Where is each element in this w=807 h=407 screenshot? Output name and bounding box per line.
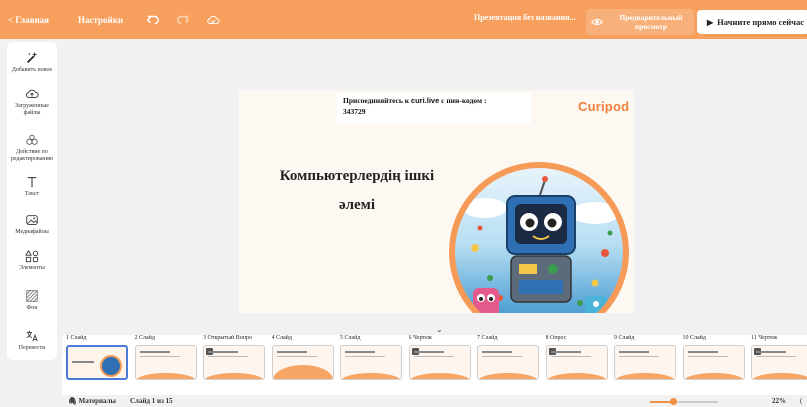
undo-icon[interactable] [143,10,163,30]
play-icon: ▶ [707,17,714,27]
slide-thumbnail-label: 3 Открытый Вопро [203,335,252,341]
slide-thumbnail-preview [408,345,471,380]
slide-thumbnail[interactable]: 4 Слайд [271,335,338,380]
sidebar-item-label: Фон [26,305,38,311]
back-to-home-link[interactable]: < Главная [0,15,78,25]
settings-button[interactable]: Настройки [78,15,143,25]
cloud-saved-icon [203,10,223,30]
paperclip-icon: 🖇 [68,397,77,405]
start-presentation-button[interactable]: ▶ Начните прямо сейчас [697,10,807,34]
magic-wand-icon [7,50,57,66]
join-instructions: Присоединяйтесь к curi.live с пин-кодом … [337,93,531,123]
sidebar-item-editing-actions[interactable]: Действие по редактированию [7,132,57,163]
background-icon [7,288,57,304]
preview-label: Предварительный просмотр [619,13,683,31]
status-bar: 🖇 Материалы Слайд 1 из 15 22% ( [62,397,807,407]
slide-thumbnail-label: 2 Слайд [134,335,155,341]
sidebar-item-label: Перевести [18,345,46,351]
slide-thumbnail[interactable]: 11 Чертеж [751,335,807,380]
slide-thumbnail-label: 7 Слайд [477,335,498,341]
start-label: Начните прямо сейчас [717,17,804,27]
preview-button[interactable]: Предварительный просмотр [586,9,694,35]
join-suffix: с пин-кодом : [441,96,487,105]
help-icon[interactable]: ( [800,397,802,405]
sidebar-item-label: Текст [24,191,40,197]
zoom-value: 22% [772,397,786,405]
slide-thumbnail-label: 1 Слайд [66,335,87,341]
collapse-filmstrip-chevron-icon[interactable]: ⌄ [436,325,443,334]
robot-image [455,168,623,313]
robot-illustration[interactable] [449,162,629,313]
slide-thumbnail-preview [203,345,265,380]
materials-button[interactable]: 🖇 Материалы [68,397,116,405]
image-icon [7,212,57,228]
sidebar-item-translate[interactable]: Перевести [7,328,57,352]
curipod-logo: Curipod [578,99,630,114]
slide-thumbnail-label: 6 Чертеж [408,335,432,341]
presentation-name[interactable]: Презентация без названия... [474,13,576,22]
sidebar-item-text[interactable]: Текст [7,174,57,198]
cloud-upload-icon [7,86,57,102]
slide-filmstrip: 1 Слайд 2 Слайд 3 Открытый Вопро 4 Слайд 5 С… [62,335,807,395]
sidebar-item-label: Элементы [19,265,45,271]
slide-thumbnail-label: 8 Опрос [545,335,567,341]
slide-thumbnail[interactable]: 10 Слайд [682,335,749,380]
sidebar-item-label: Загруженные файлы [15,103,49,116]
slide-thumbnail[interactable]: 2 Слайд [134,335,201,380]
text-icon [7,174,57,190]
slide-thumbnail[interactable]: 1 Слайд [66,335,132,380]
slide-counter: Слайд 1 из 15 [130,397,173,405]
slide-thumbnail-label: 11 Чертеж [751,335,778,341]
top-bar: < Главная Настройки Презентация без назв… [0,0,807,39]
sidebar-item-label: Действие по редактированию [10,149,54,162]
join-text: Присоединяйтесь к [343,96,410,105]
zoom-slider[interactable] [650,398,718,405]
slide-thumbnail-preview [66,345,128,380]
sidebar-item-label: Медиафайлы [15,229,49,235]
actions-icon [7,132,57,148]
slide-thumbnail-preview [751,345,807,380]
sidebar-item-add-new[interactable]: Добавить новое [7,50,57,74]
slide-thumbnail-label: 5 Слайд [340,335,361,341]
slide-thumbnail[interactable]: 8 Опрос [545,335,612,380]
shapes-icon [7,248,57,264]
translate-icon [7,328,57,344]
slide-thumbnail-preview [340,345,402,380]
slide-thumbnail[interactable]: 5 Слайд [340,335,406,380]
tools-sidebar: Добавить новое Загруженные файлы Действи… [7,42,57,360]
sidebar-item-background[interactable]: Фон [7,288,57,312]
materials-label: Материалы [78,397,116,405]
slide-thumbnail-label: 9 Слайд [614,335,635,341]
slide-thumbnail[interactable]: 6 Чертеж [408,335,475,380]
slide-thumbnail[interactable]: 3 Открытый Вопро [203,335,269,380]
slide-thumbnail-label: 4 Слайд [271,335,292,341]
eye-icon [586,9,608,35]
slide-thumbnail-preview [134,345,197,380]
zoom-slider-handle[interactable] [670,398,678,405]
slide-thumbnail[interactable]: 9 Слайд [614,335,680,380]
pin-code: 343729 [343,107,366,116]
slide-thumbnail-label: 10 Слайд [682,335,706,341]
slide-thumbnail-preview [477,345,539,380]
slide-canvas[interactable]: Присоединяйтесь к curi.live с пин-кодом … [239,90,634,313]
editor-window: < Главная Настройки Презентация без назв… [0,0,807,407]
sidebar-item-media[interactable]: Медиафайлы [7,212,57,236]
redo-icon[interactable] [173,10,193,30]
slide-thumbnail-preview [545,345,608,380]
slide-thumbnail-preview [682,345,745,380]
slide-thumbnail-preview [271,345,334,380]
slide-thumbnail-preview [614,345,676,380]
join-brand: curi.live [410,96,440,105]
sidebar-item-elements[interactable]: Элементы [7,248,57,272]
slide-title[interactable]: Компьютерлердің ішкі әлемі [267,162,447,220]
slide-thumbnail[interactable]: 7 Слайд [477,335,543,380]
sidebar-item-uploads[interactable]: Загруженные файлы [7,86,57,117]
sidebar-item-label: Добавить новое [11,67,53,73]
